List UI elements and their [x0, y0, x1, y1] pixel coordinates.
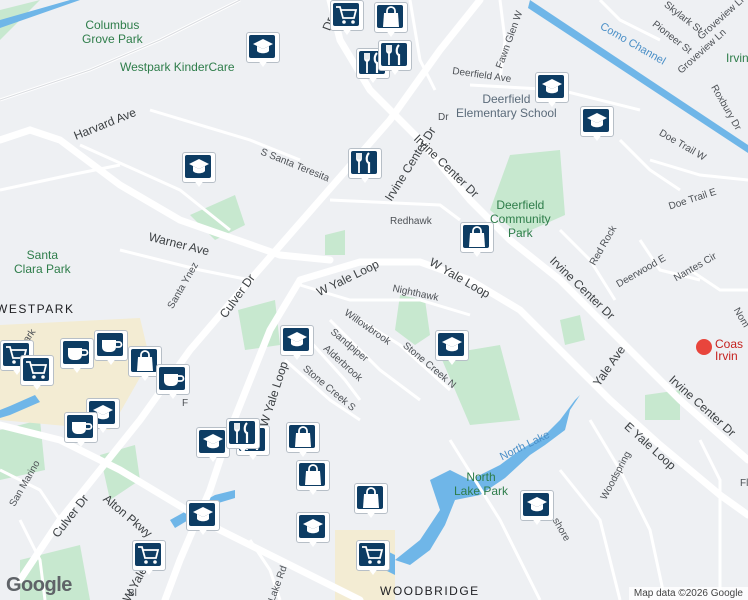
school-pin[interactable]: [535, 72, 569, 112]
north-lake-park-label: North Lake Park: [454, 470, 509, 498]
shopping-cart-pin[interactable]: [20, 355, 54, 395]
dr-label: Dr: [438, 112, 449, 123]
map-attribution[interactable]: Map data ©2026 Google: [628, 587, 748, 600]
clinic-icon[interactable]: [696, 339, 712, 355]
school-pin[interactable]: [196, 427, 230, 467]
school-pin[interactable]: [520, 490, 554, 530]
map-canvas[interactable]: Columbus Grove Park Westpark KinderCare …: [0, 0, 748, 600]
shopping-bag-pin[interactable]: [286, 422, 320, 462]
school-pin[interactable]: [580, 106, 614, 146]
woodbridge-district-label: WOODBRIDGE: [380, 584, 480, 598]
cafe-pin[interactable]: [94, 330, 128, 370]
school-pin[interactable]: [280, 325, 314, 365]
irvin-label: Irvin: [726, 51, 748, 65]
cafe-pin[interactable]: [60, 338, 94, 378]
restaurant-pin[interactable]: [378, 40, 412, 80]
deerfield-park-label: Deerfield Community Park: [490, 198, 551, 240]
cafe-pin[interactable]: [64, 412, 98, 452]
school-pin[interactable]: [296, 512, 330, 552]
westpark-kindercare-label: Westpark KinderCare: [120, 60, 235, 74]
school-pin[interactable]: [182, 152, 216, 192]
columbus-grove-park-label: Columbus Grove Park: [82, 18, 143, 46]
shopping-cart-pin[interactable]: [356, 540, 390, 580]
shopping-cart-pin[interactable]: [132, 540, 166, 580]
restaurant-pin[interactable]: [226, 418, 260, 458]
westpark-district-label: WESTPARK: [0, 302, 75, 316]
shopping-bag-pin[interactable]: [460, 222, 494, 262]
fl-label: Fl: [740, 478, 748, 489]
restaurant-pin[interactable]: [348, 148, 382, 188]
shopping-bag-pin[interactable]: [374, 2, 408, 42]
school-pin[interactable]: [435, 330, 469, 370]
cafe-pin[interactable]: [156, 364, 190, 404]
school-pin[interactable]: [186, 500, 220, 540]
santa-clara-park-label: Santa Clara Park: [14, 248, 71, 276]
coast-irvin-label[interactable]: Coas Irvin: [715, 338, 743, 362]
shopping-bag-pin[interactable]: [354, 483, 388, 523]
shopping-bag-pin[interactable]: [296, 460, 330, 500]
bl-label: Bl: [128, 588, 137, 599]
redhawk-label: Redhawk: [390, 216, 432, 227]
school-pin[interactable]: [246, 32, 280, 72]
shopping-cart-pin[interactable]: [330, 0, 364, 40]
google-logo: Google: [6, 574, 72, 596]
